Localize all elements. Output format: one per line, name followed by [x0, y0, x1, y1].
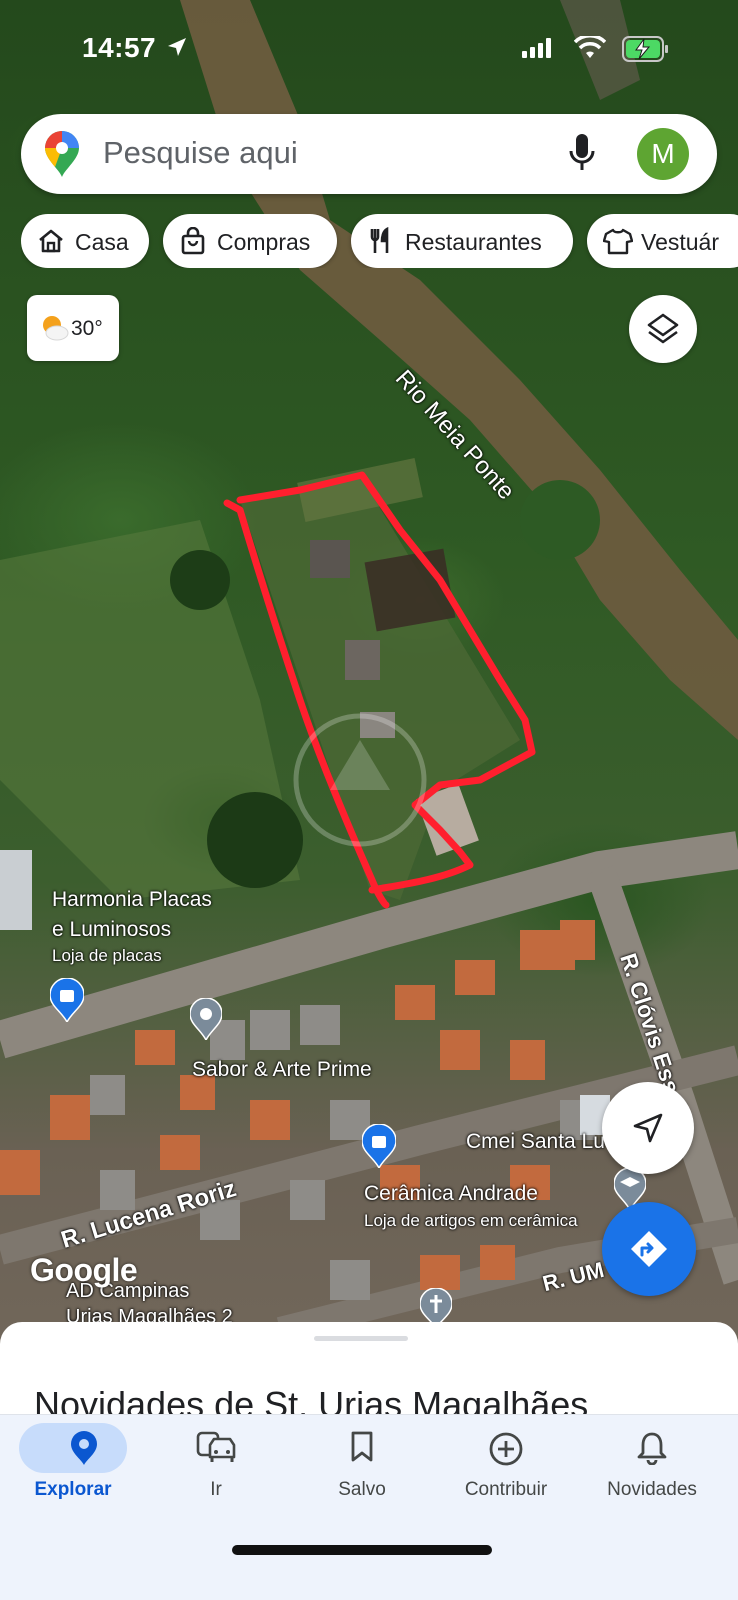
chip-restaurantes[interactable]: Restaurantes: [351, 214, 573, 268]
search-bar[interactable]: Pesquise aqui M: [21, 114, 717, 194]
label-cmei[interactable]: Cmei Santa Lu: [466, 1130, 605, 1154]
nav-label: Contribuir: [464, 1479, 548, 1500]
chip-label: Restaurantes: [405, 229, 542, 255]
label-harmonia-category: Loja de placas: [52, 946, 162, 965]
chip-compras[interactable]: Compras: [163, 214, 337, 268]
shopping-pin-icon[interactable]: [50, 978, 84, 1022]
navigation-arrow-icon: [633, 1113, 663, 1143]
status-bar: 14:57: [0, 0, 738, 100]
home-indicator[interactable]: [232, 1545, 492, 1555]
battery-charging-icon: [622, 36, 668, 62]
nav-label: Salvo: [338, 1479, 386, 1500]
weather-badge[interactable]: 30°: [27, 295, 119, 361]
location-arrow-icon: [168, 38, 186, 56]
label-harmonia-line2[interactable]: e Luminosos: [52, 918, 171, 942]
chip-label: Compras: [217, 229, 311, 255]
directions-button[interactable]: [602, 1202, 696, 1296]
bottom-navigation: Explorar Ir Salvo Contribuir Novidades: [0, 1414, 738, 1600]
weather-temperature: 30°: [71, 317, 103, 340]
directions-icon: [631, 1231, 667, 1267]
nav-label: Explorar: [34, 1479, 112, 1500]
category-chips: Casa Compras Restaurantes Vestuár: [21, 214, 738, 268]
shopping-bag-icon: [181, 227, 205, 255]
wifi-icon: [574, 36, 606, 58]
label-harmonia-line1[interactable]: Harmonia Placas: [52, 888, 212, 912]
nav-contribuir[interactable]: Contribuir: [436, 1415, 576, 1515]
google-maps-logo-icon: [45, 131, 79, 177]
map-layers-button[interactable]: [629, 295, 697, 363]
label-ceramica-category: Loja de artigos em cerâmica: [364, 1211, 578, 1230]
nav-ir[interactable]: Ir: [146, 1415, 286, 1515]
partly-cloudy-icon: [43, 316, 69, 341]
nav-explorar[interactable]: Explorar: [14, 1415, 154, 1515]
recenter-button[interactable]: [602, 1082, 694, 1174]
search-input[interactable]: Pesquise aqui: [103, 135, 298, 171]
chip-label: Casa: [75, 229, 129, 255]
status-time: 14:57: [82, 32, 157, 63]
label-sabor[interactable]: Sabor & Arte Prime: [192, 1058, 372, 1082]
commute-car-icon: [196, 1431, 236, 1462]
layers-icon: [647, 313, 679, 344]
add-circle-icon: [489, 1432, 523, 1466]
shopping-pin-icon[interactable]: [362, 1124, 396, 1168]
shirt-icon: [603, 228, 633, 255]
google-logo: Google: [30, 1252, 138, 1288]
restaurant-icon: [370, 227, 389, 253]
nav-salvo[interactable]: Salvo: [292, 1415, 432, 1515]
place-pin-icon[interactable]: [190, 998, 222, 1040]
account-avatar[interactable]: M: [637, 128, 689, 180]
nav-label: Ir: [210, 1479, 222, 1500]
nav-label: Novidades: [607, 1479, 697, 1500]
chip-label: Vestuár: [641, 229, 719, 255]
microphone-icon[interactable]: [569, 134, 595, 172]
bell-icon: [637, 1432, 667, 1465]
chip-vestuario[interactable]: Vestuár: [587, 214, 738, 268]
cellular-signal-icon: [522, 38, 551, 58]
bookmark-icon: [351, 1431, 373, 1462]
explore-pin-icon: [71, 1431, 97, 1465]
nav-novidades[interactable]: Novidades: [582, 1415, 722, 1515]
chip-casa[interactable]: Casa: [21, 214, 149, 268]
home-icon: [39, 229, 63, 253]
sheet-drag-handle[interactable]: [314, 1336, 408, 1341]
label-ceramica[interactable]: Cerâmica Andrade: [364, 1182, 538, 1206]
